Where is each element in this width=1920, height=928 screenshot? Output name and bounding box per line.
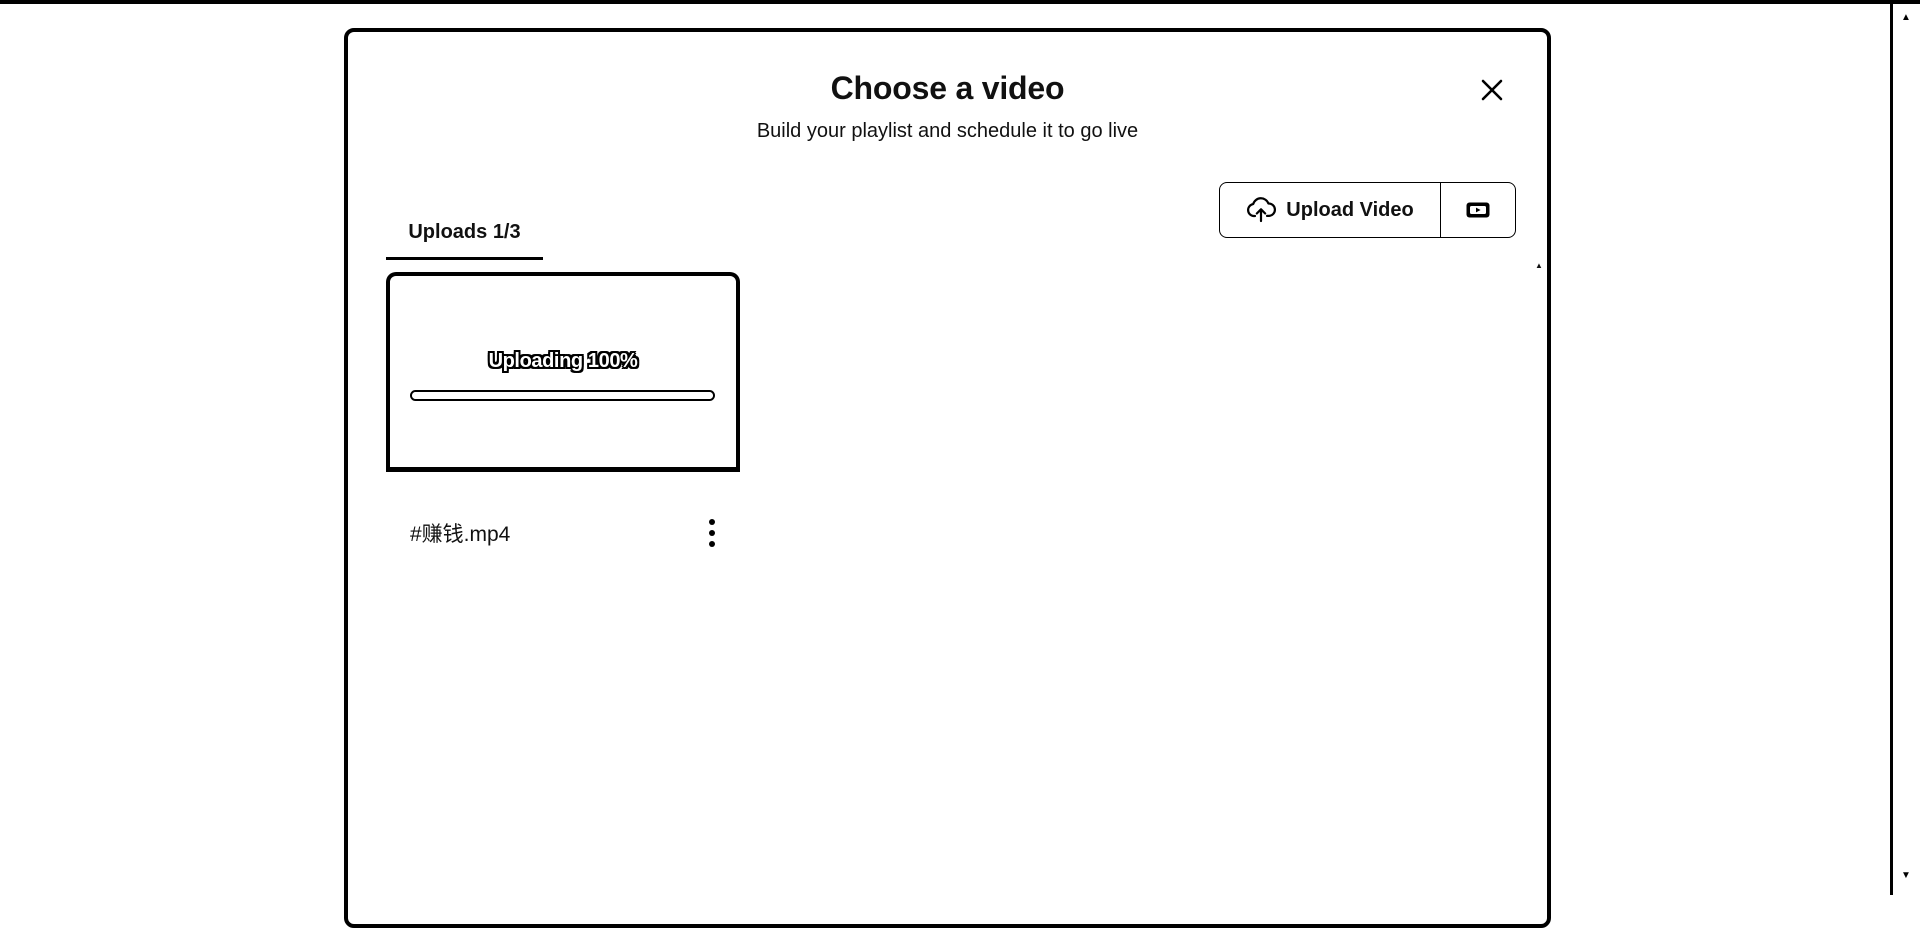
tab-uploads[interactable]: Uploads 1/3	[386, 202, 543, 260]
upload-video-button[interactable]: Upload Video	[1220, 183, 1441, 237]
screen-record-button[interactable]	[1441, 183, 1515, 237]
screen-record-icon	[1466, 202, 1490, 218]
upload-button-group: Upload Video	[1219, 182, 1516, 238]
more-vertical-icon	[709, 519, 715, 525]
scrollbar[interactable]: ▲ ▼	[1893, 4, 1920, 895]
upload-progress-fill	[412, 392, 713, 399]
scroll-down-icon[interactable]: ▼	[1899, 870, 1913, 882]
video-card[interactable]: Uploading 100%	[386, 272, 740, 472]
dialog-subtitle: Build your playlist and schedule it to g…	[756, 120, 1139, 142]
more-vertical-icon-dot	[709, 541, 715, 547]
video-file-name: #赚钱.mp4	[410, 523, 511, 546]
dialog-title: Choose a video	[830, 70, 1065, 106]
scroll-indicator-icon: ▲	[1535, 261, 1543, 270]
close-button[interactable]	[1474, 72, 1510, 108]
cloud-upload-icon	[1247, 197, 1277, 223]
upload-video-label: Upload Video	[1286, 198, 1414, 221]
more-vertical-icon-dot	[709, 530, 715, 536]
upload-status-text: Uploading 100%	[488, 350, 638, 372]
more-options-button[interactable]	[700, 516, 724, 550]
tab-uploads-label: Uploads 1/3	[408, 221, 521, 243]
choose-video-dialog: Choose a video Build your playlist and s…	[344, 28, 1551, 928]
scroll-up-icon[interactable]: ▲	[1899, 12, 1913, 24]
browser-viewport: ▲ ▼ Choose a video Build your playlist a…	[0, 0, 1920, 928]
close-icon	[1481, 79, 1503, 101]
upload-progress-bar	[410, 390, 715, 401]
